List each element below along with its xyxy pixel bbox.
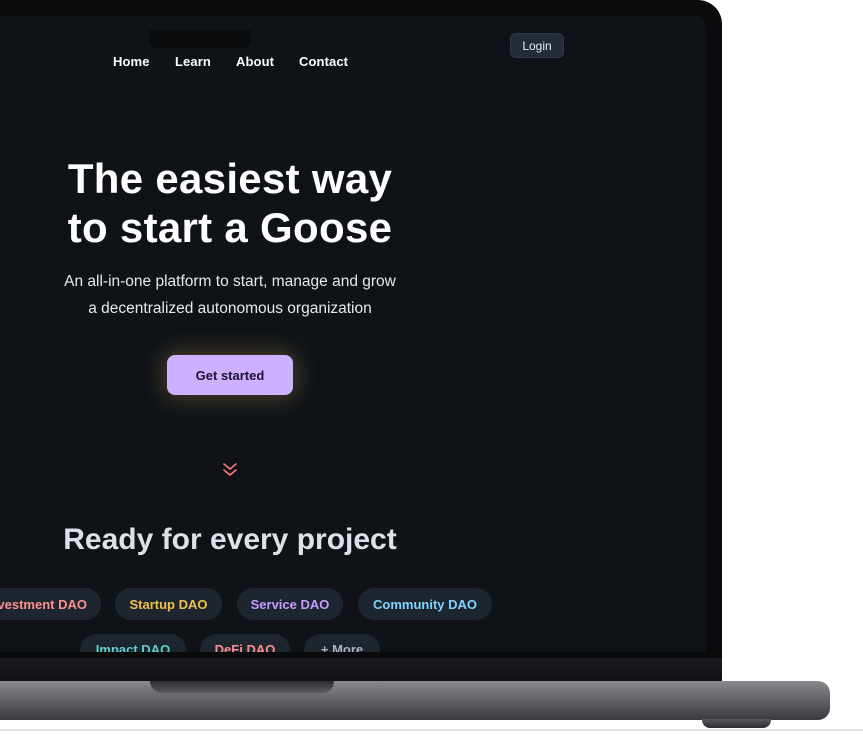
chevron-double-down-icon[interactable] [221,461,239,479]
hero-subtitle-line2: a decentralized autonomous organization [88,300,372,317]
nav-learn-link[interactable]: Learn [175,54,211,69]
surface-shadow [0,729,863,731]
nav-home-link[interactable]: Home [113,54,150,69]
chip-more[interactable]: + More [304,634,380,652]
chip-community-dao[interactable]: Community DAO [358,588,492,620]
laptop-foot [702,719,771,728]
hero-title-line1: The easiest way [67,155,393,202]
chip-investment-dao[interactable]: Investment DAO [0,588,101,620]
get-started-button[interactable]: Get started [167,355,293,395]
section-title: Ready for every project [63,523,397,556]
chip-startup-dao[interactable]: Startup DAO [115,588,222,620]
chip-defi-dao[interactable]: DeFi DAO [200,634,290,652]
laptop-hinge-notch [150,681,334,693]
hero-title-line2: to start a Goose [67,204,393,251]
laptop-bottom-bezel [0,658,722,682]
laptop-screen: Home Learn About Contact Login The easie… [0,16,706,652]
chip-impact-dao[interactable]: Impact DAO [80,634,186,652]
chip-service-dao[interactable]: Service DAO [237,588,343,620]
hero-subtitle-line1: An all-in-one platform to start, manage … [64,273,396,290]
login-button[interactable]: Login [510,33,564,58]
nav-about-link[interactable]: About [236,54,274,69]
camera-notch [149,30,251,48]
nav-contact-link[interactable]: Contact [299,54,348,69]
laptop-base [0,681,830,720]
